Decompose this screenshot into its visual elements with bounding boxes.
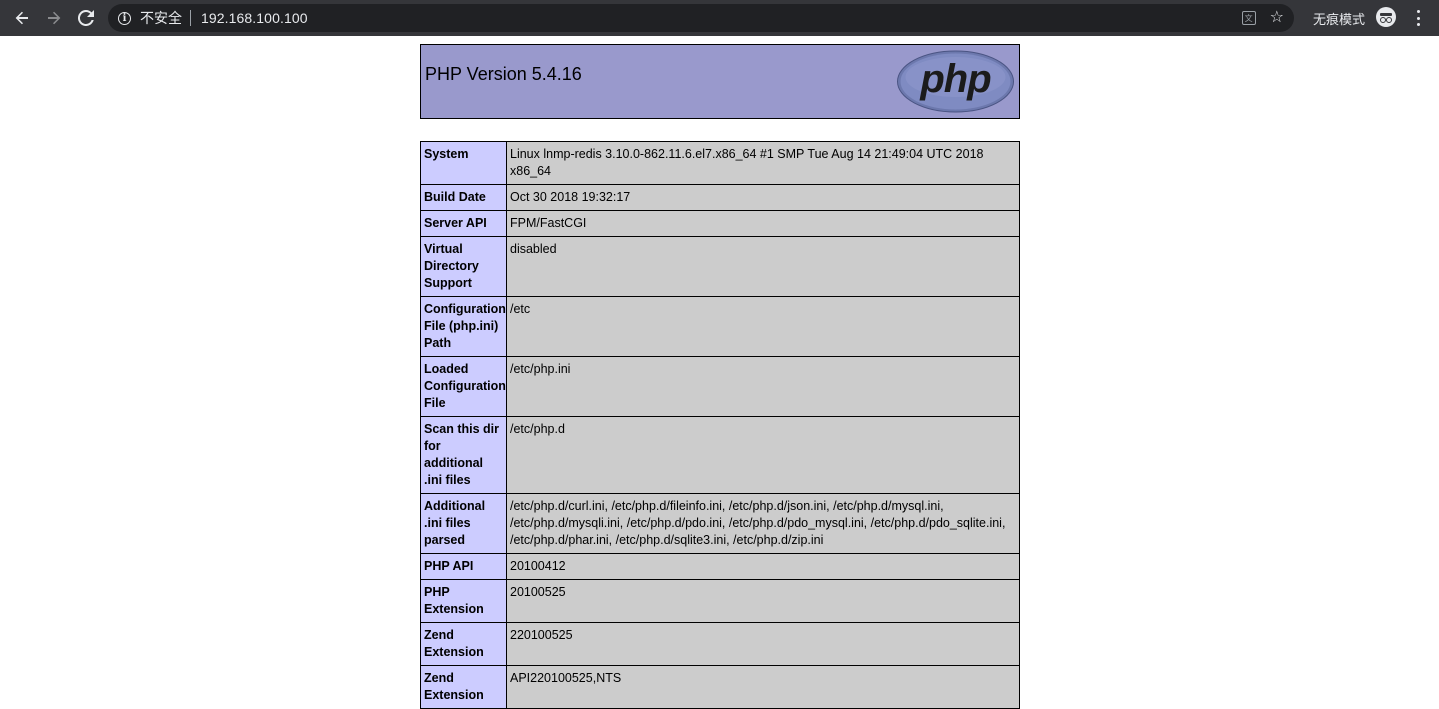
menu-icon[interactable]	[1413, 8, 1423, 28]
php-version-title: PHP Version 5.4.16	[425, 64, 582, 84]
row-key: Additional .ini files parsed	[420, 493, 507, 554]
row-value: /etc/php.ini	[506, 356, 1020, 417]
row-value: Linux lnmp-redis 3.10.0-862.11.6.el7.x86…	[506, 141, 1020, 185]
url-text[interactable]: 192.168.100.100	[201, 10, 308, 26]
php-logo[interactable]: php	[896, 50, 1015, 113]
phpinfo-page: PHP Version 5.4.16 php System Linux lnmp-…	[420, 44, 1020, 709]
row-value: 20100525	[506, 579, 1020, 623]
phpinfo-header: PHP Version 5.4.16 php	[420, 44, 1020, 119]
row-value: FPM/FastCGI	[506, 210, 1020, 237]
row-key: System	[420, 141, 507, 185]
forward-icon[interactable]	[38, 2, 70, 34]
incognito-label[interactable]: 无痕模式	[1313, 9, 1365, 28]
back-icon[interactable]	[6, 2, 38, 34]
omnibox-actions: 文 ☆	[1241, 4, 1284, 32]
table-row: Build Date Oct 30 2018 19:32:17	[420, 184, 1020, 211]
table-row: PHP API 20100412	[420, 553, 1020, 580]
row-key: Configuration File (php.ini) Path	[420, 296, 507, 357]
table-row: Zend Extension 220100525	[420, 622, 1020, 666]
row-key: PHP Extension	[420, 579, 507, 623]
table-row: Server API FPM/FastCGI	[420, 210, 1020, 237]
table-row: Loaded Configuration File/etc/php.ini	[420, 356, 1020, 417]
row-value: /etc	[506, 296, 1020, 357]
incognito-icon[interactable]	[1376, 7, 1396, 27]
row-value: disabled	[506, 236, 1020, 297]
row-key: Scan this dir for additional .ini files	[420, 416, 507, 494]
table-row: Virtual Directory Support disabled	[420, 236, 1020, 297]
row-value: API220100525,NTS	[506, 665, 1020, 709]
browser-toolbar: i 不安全 192.168.100.100 文 ☆ 无痕模式	[0, 0, 1439, 36]
table-row: Scan this dir for additional .ini files /…	[420, 416, 1020, 494]
table-row: Configuration File (php.ini) Path/etc	[420, 296, 1020, 357]
table-row: Zend Extension API220100525,NTS	[420, 665, 1020, 709]
table-row: System Linux lnmp-redis 3.10.0-862.11.6.e…	[420, 141, 1020, 185]
info-icon[interactable]: i	[118, 11, 131, 25]
row-key: Loaded Configuration File	[420, 356, 507, 417]
phpinfo-table: System Linux lnmp-redis 3.10.0-862.11.6.e…	[420, 141, 1020, 709]
table-row: Additional .ini files parsed/etc/php.d/c…	[420, 493, 1020, 554]
svg-text:php: php	[919, 57, 991, 101]
omnibox-divider	[190, 10, 191, 26]
row-value: /etc/php.d/curl.ini, /etc/php.d/fileinfo…	[506, 493, 1020, 554]
security-label[interactable]: 不安全	[140, 8, 182, 28]
row-key: Zend Extension	[420, 665, 507, 709]
address-bar[interactable]: i 不安全 192.168.100.100 文 ☆	[108, 4, 1294, 32]
row-key: PHP API	[420, 553, 507, 580]
row-value: 20100412	[506, 553, 1020, 580]
row-key: Virtual Directory Support	[420, 236, 507, 297]
reload-icon[interactable]	[70, 2, 102, 34]
row-value: /etc/php.d	[506, 416, 1020, 494]
row-key: Zend Extension	[420, 622, 507, 666]
table-row: PHP Extension 20100525	[420, 579, 1020, 623]
bookmark-star-icon[interactable]: ☆	[1270, 10, 1284, 26]
row-value: Oct 30 2018 19:32:17	[506, 184, 1020, 211]
translate-icon[interactable]: 文	[1241, 11, 1256, 25]
row-value: 220100525	[506, 622, 1020, 666]
row-key: Build Date	[420, 184, 507, 211]
row-key: Server API	[420, 210, 507, 237]
